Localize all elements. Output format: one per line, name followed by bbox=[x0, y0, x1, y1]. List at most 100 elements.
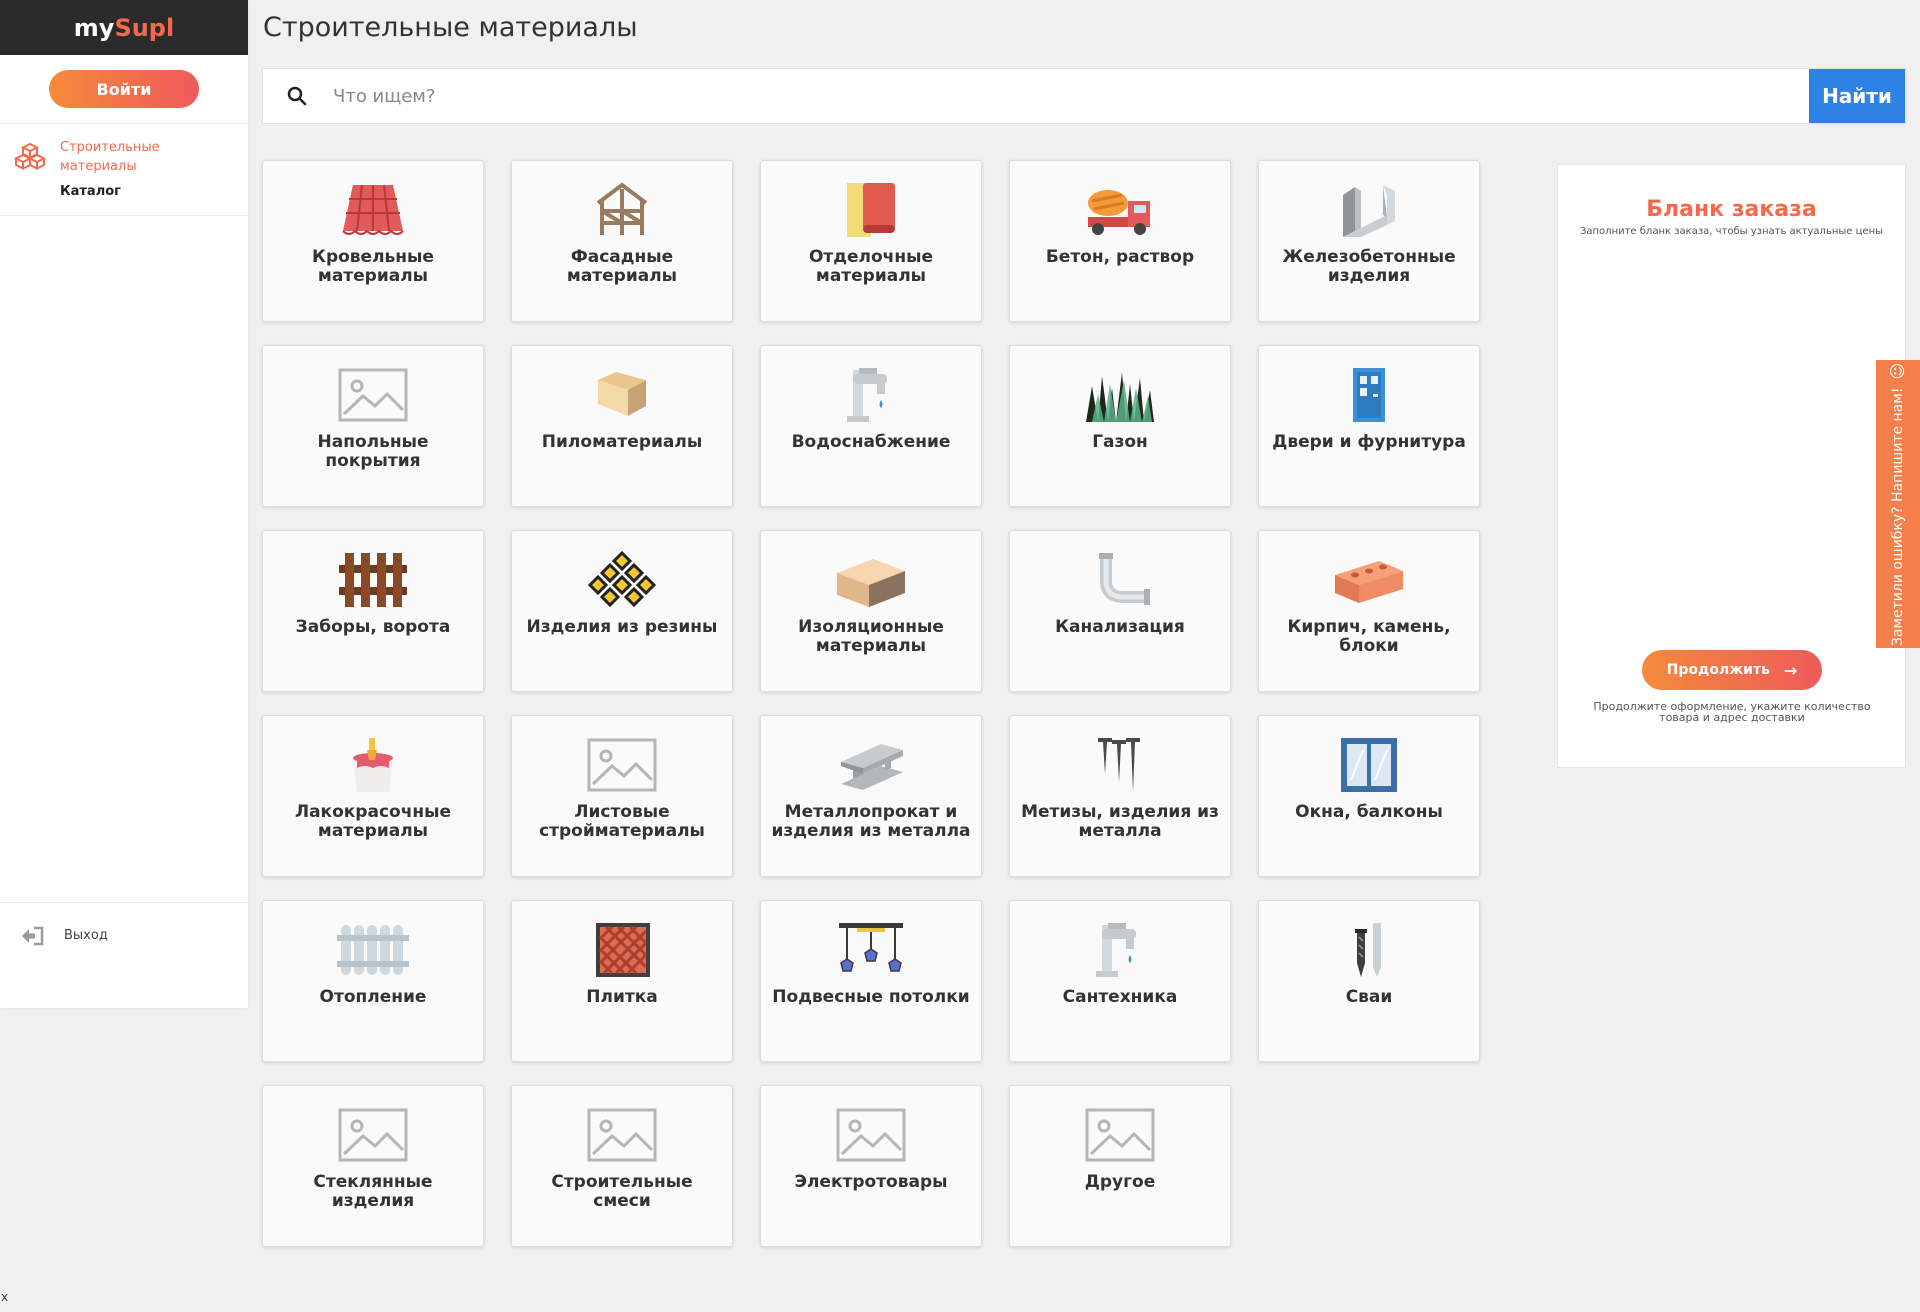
image-placeholder-icon bbox=[584, 736, 660, 794]
category-label: Кровельные материалы bbox=[312, 247, 434, 286]
logo-text-my: my bbox=[73, 13, 115, 42]
category-label: Металлопрокат и изделия из металла bbox=[771, 802, 971, 841]
category-tile[interactable]: Плитка bbox=[511, 900, 733, 1062]
category-label: Бетон, раствор bbox=[1045, 247, 1195, 267]
rubber-grid-icon bbox=[584, 551, 660, 609]
corner-text: x bbox=[1, 1290, 9, 1304]
category-label: Водоснабжение bbox=[791, 432, 951, 452]
paint-bucket-icon bbox=[335, 736, 411, 794]
category-tile[interactable]: Строительные смеси bbox=[511, 1085, 733, 1247]
category-tile[interactable]: Подвесные потолки bbox=[760, 900, 982, 1062]
sidebar-nav: Строительные материалы Каталог bbox=[0, 124, 248, 216]
continue-label: Продолжить bbox=[1666, 662, 1770, 678]
category-label: Газон bbox=[1092, 432, 1148, 452]
faucet-icon bbox=[1082, 921, 1158, 979]
logo[interactable]: my Supl bbox=[0, 0, 248, 55]
category-label: Листовые стройматериалы bbox=[539, 802, 705, 841]
category-label: Электротовары bbox=[794, 1172, 948, 1192]
category-tile[interactable]: Кровельные материалы bbox=[262, 160, 484, 322]
category-tile[interactable]: Метизы, изделия из металла bbox=[1009, 715, 1231, 877]
continue-button[interactable]: Продолжить → bbox=[1642, 650, 1822, 690]
category-label: Другое bbox=[1084, 1172, 1156, 1192]
finishing-icon bbox=[833, 181, 909, 239]
category-label: Канализация bbox=[1055, 617, 1185, 637]
image-placeholder-icon bbox=[335, 366, 411, 424]
search-button[interactable]: Найти bbox=[1809, 69, 1905, 123]
insulation-block-icon bbox=[833, 551, 909, 609]
logout-button[interactable]: Выход bbox=[0, 902, 248, 968]
category-label: Двери и фурнитура bbox=[1272, 432, 1466, 452]
category-tile[interactable]: Отделочные материалы bbox=[760, 160, 982, 322]
category-tile[interactable]: Электротовары bbox=[760, 1085, 982, 1247]
category-tile[interactable]: Другое bbox=[1009, 1085, 1231, 1247]
logo-text-supl: Supl bbox=[114, 13, 175, 42]
cubes-icon bbox=[13, 142, 47, 171]
lumber-icon bbox=[584, 366, 660, 424]
category-label: Сантехника bbox=[1062, 987, 1178, 1007]
category-tile[interactable]: Листовые стройматериалы bbox=[511, 715, 733, 877]
reinforced-concrete-icon bbox=[1331, 181, 1407, 239]
concrete-mixer-icon bbox=[1082, 181, 1158, 239]
category-tile[interactable]: Кирпич, камень, блоки bbox=[1258, 530, 1480, 692]
login-area: Войти bbox=[0, 55, 248, 124]
steel-beam-icon bbox=[833, 736, 909, 794]
category-tile[interactable]: Фасадные материалы bbox=[511, 160, 733, 322]
faucet-icon bbox=[833, 366, 909, 424]
category-tile[interactable]: Заборы, ворота bbox=[262, 530, 484, 692]
ceiling-lamps-icon bbox=[833, 921, 909, 979]
category-label: Стеклянные изделия bbox=[313, 1172, 433, 1211]
arrow-right-icon: → bbox=[1783, 660, 1798, 680]
category-label: Подвесные потолки bbox=[772, 987, 970, 1007]
category-tile[interactable]: Бетон, раствор bbox=[1009, 160, 1231, 322]
category-label: Окна, балконы bbox=[1295, 802, 1443, 822]
feedback-label: Заметили ошибку? Напишите нам! bbox=[1890, 387, 1907, 646]
logout-label: Выход bbox=[64, 928, 108, 943]
category-tile[interactable]: Лакокрасочные материалы bbox=[262, 715, 484, 877]
category-tile[interactable]: Отопление bbox=[262, 900, 484, 1062]
category-tile[interactable]: Железобетонные изделия bbox=[1258, 160, 1480, 322]
feedback-tab[interactable]: Заметили ошибку? Напишите нам! ☺ bbox=[1876, 360, 1920, 648]
facade-frame-icon bbox=[584, 181, 660, 239]
category-tile[interactable]: Напольные покрытия bbox=[262, 345, 484, 507]
sidebar-item-catalog[interactable]: Каталог bbox=[0, 184, 248, 199]
category-label: Изоляционные материалы bbox=[798, 617, 944, 656]
search-bar: Найти bbox=[262, 68, 1906, 124]
order-form: Бланк заказа Заполните бланк заказа, что… bbox=[1557, 164, 1906, 768]
category-tile[interactable]: Пиломатериалы bbox=[511, 345, 733, 507]
category-label: Лакокрасочные материалы bbox=[294, 802, 452, 841]
pipe-icon bbox=[1082, 551, 1158, 609]
category-tile[interactable]: Металлопрокат и изделия из металла bbox=[760, 715, 982, 877]
search-input[interactable] bbox=[307, 69, 1809, 123]
category-tile[interactable]: Окна, балконы bbox=[1258, 715, 1480, 877]
category-tile[interactable]: Изделия из резины bbox=[511, 530, 733, 692]
image-placeholder-icon bbox=[584, 1106, 660, 1164]
image-placeholder-icon bbox=[833, 1106, 909, 1164]
piles-icon bbox=[1331, 921, 1407, 979]
category-label: Пиломатериалы bbox=[541, 432, 703, 452]
login-button[interactable]: Войти bbox=[49, 70, 199, 108]
window-icon bbox=[1331, 736, 1407, 794]
category-tile[interactable]: Водоснабжение bbox=[760, 345, 982, 507]
category-label: Напольные покрытия bbox=[317, 432, 429, 471]
category-tile[interactable]: Сантехника bbox=[1009, 900, 1231, 1062]
category-tile[interactable]: Изоляционные материалы bbox=[760, 530, 982, 692]
category-label: Заборы, ворота bbox=[295, 617, 451, 637]
category-label: Строительные смеси bbox=[551, 1172, 693, 1211]
page-title: Строительные материалы bbox=[263, 12, 638, 43]
category-tile[interactable]: Стеклянные изделия bbox=[262, 1085, 484, 1247]
roof-icon bbox=[335, 181, 411, 239]
category-label: Отделочные материалы bbox=[808, 247, 933, 286]
category-label: Сваи bbox=[1345, 987, 1393, 1007]
order-form-subtitle: Заполните бланк заказа, чтобы узнать акт… bbox=[1579, 226, 1883, 237]
category-tile[interactable]: Газон bbox=[1009, 345, 1231, 507]
sidebar-item-building-materials[interactable]: Строительные материалы bbox=[0, 138, 248, 176]
image-placeholder-icon bbox=[335, 1106, 411, 1164]
sidebar: my Supl Войти Строительные материалы Ката… bbox=[0, 0, 248, 1008]
category-grid: Кровельные материалы Фасадные материалы От… bbox=[262, 160, 1480, 1247]
category-tile[interactable]: Двери и фурнитура bbox=[1258, 345, 1480, 507]
logout-icon bbox=[20, 926, 44, 946]
category-tile[interactable]: Канализация bbox=[1009, 530, 1231, 692]
sidebar-item-label: Строительные материалы bbox=[60, 140, 160, 174]
category-tile[interactable]: Сваи bbox=[1258, 900, 1480, 1062]
nails-icon bbox=[1082, 736, 1158, 794]
